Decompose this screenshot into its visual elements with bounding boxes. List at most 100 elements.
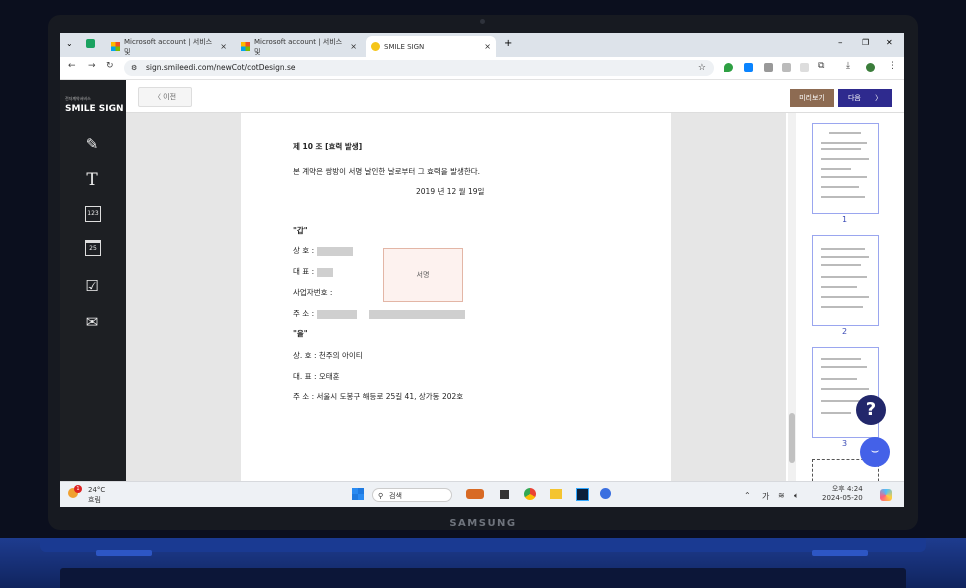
profile-avatar[interactable] [866, 63, 875, 72]
smile-sign-logo[interactable]: 전자계약서비스 SMILE SIGN [65, 94, 124, 114]
close-tab-icon[interactable]: × [350, 42, 357, 51]
signature-field[interactable]: 서명 [383, 248, 463, 302]
wifi-icon[interactable]: ≋ [778, 491, 785, 500]
tab-search-icon[interactable]: ⌄ [66, 39, 73, 48]
party-a-rep-row: 대 표 : [293, 266, 333, 277]
page-thumbnails: 1 2 3 [796, 113, 896, 507]
party-b-label: "을" [293, 329, 308, 338]
app-icon[interactable] [600, 488, 611, 499]
text-icon[interactable]: T [82, 170, 102, 190]
taskbar-clock[interactable]: 오후 4:24 2024-05-20 [822, 485, 863, 503]
copilot-icon[interactable] [880, 489, 892, 501]
screen: ⌄ Microsoft account | 서비스 및 × Microsoft … [60, 33, 904, 507]
minimize-button[interactable]: – [838, 38, 843, 48]
hinge-knot [96, 550, 152, 556]
document-page: 제 10 조 [효력 발생] 본 계약은 쌍방이 서명 날인한 날로부터 그 효… [241, 113, 671, 481]
address-bar-row: ← → ↻ ⚙ sign.smileedi.com/newCot/cotDesi… [60, 57, 904, 80]
weather-temp: 24°C [88, 486, 106, 494]
extensions-puzzle-icon[interactable]: ⧉ [818, 61, 824, 71]
party-b-address: 주 소 : 서울시 도봉구 해등로 25길 41, 상가동 202호 [293, 392, 464, 401]
clock-time: 오후 4:24 [831, 485, 863, 493]
url-input[interactable]: ⚙ sign.smileedi.com/newCot/cotDesign.se … [124, 60, 714, 76]
pen-icon[interactable]: ✎ [82, 134, 102, 154]
page-number: 2 [841, 327, 848, 336]
bookmark-star-icon[interactable]: ☆ [698, 60, 706, 76]
weather-desc: 흐림 [88, 496, 101, 504]
extension-icon[interactable] [744, 63, 753, 72]
url-text: sign.smileedi.com/newCot/cotDesign.se [146, 63, 296, 72]
forward-icon[interactable]: → [88, 61, 96, 71]
mail-icon[interactable]: ✉ [82, 312, 102, 332]
tool-sidebar: 전자계약서비스 SMILE SIGN ✎ T 123 25 ☑ ✉ [60, 80, 126, 481]
pinned-tab-icon[interactable] [86, 39, 95, 48]
extension-icon[interactable] [764, 63, 773, 72]
number-icon[interactable]: 123 [85, 206, 101, 222]
download-icon[interactable]: ⤓ [846, 61, 850, 71]
site-info-icon[interactable]: ⚙ [131, 60, 137, 76]
tab-microsoft-2[interactable]: Microsoft account | 서비스 및 × [236, 36, 362, 57]
search-icon: ⚲ [378, 492, 384, 500]
widget-icon[interactable] [466, 489, 484, 499]
address-label: 주 소 : [293, 309, 315, 318]
tab-label: Microsoft account | 서비스 및 [124, 37, 213, 56]
article-title: 제 10 조 [효력 발생] [293, 142, 363, 151]
party-a-company-row: 상 호 : [293, 245, 353, 256]
chevron-left-icon: 〈 [153, 93, 161, 101]
smile-icon [371, 42, 380, 51]
prev-button[interactable]: 〈 이전 [138, 87, 192, 107]
party-a-label: "갑" [293, 226, 308, 235]
page-thumbnail[interactable] [812, 123, 879, 214]
taskbar-search[interactable]: ⚲ 검색 [372, 488, 452, 502]
tab-smile-sign[interactable]: SMILE SIGN × [366, 36, 496, 57]
logo-text: SMILE SIGN [65, 104, 124, 114]
checkbox-icon[interactable]: ☑ [82, 276, 102, 296]
laptop-brand: SAMSUNG [449, 518, 517, 529]
laptop-base [0, 538, 966, 588]
new-tab-button[interactable]: + [504, 38, 512, 49]
rep-label: 대 표 : [293, 267, 315, 276]
page-thumbnail[interactable] [812, 235, 879, 326]
preview-button[interactable]: 미리보기 [790, 89, 834, 107]
close-window-button[interactable]: ✕ [886, 38, 893, 47]
laptop-hinge [40, 538, 926, 552]
file-explorer-icon[interactable] [550, 489, 562, 499]
scrollbar-thumb[interactable] [789, 413, 795, 463]
restore-button[interactable]: ❐ [862, 38, 869, 47]
chevron-right-icon: 〉 [875, 94, 883, 102]
photoshop-icon[interactable] [576, 488, 589, 501]
tab-label: SMILE SIGN [384, 42, 425, 51]
chrome-icon[interactable] [524, 488, 536, 500]
notification-badge: 1 [74, 485, 82, 493]
article-body: 본 계약은 쌍방이 서명 날인한 날로부터 그 효력을 발생한다. [293, 167, 481, 176]
redacted-value [316, 309, 357, 319]
close-tab-icon[interactable]: × [220, 42, 227, 51]
reload-icon[interactable]: ↻ [106, 61, 114, 71]
back-icon[interactable]: ← [68, 61, 76, 71]
windows-start-icon[interactable] [352, 488, 364, 500]
tray-chevron-icon[interactable]: ⌃ [744, 491, 751, 500]
calendar-icon[interactable]: 25 [85, 240, 101, 256]
document-canvas: 제 10 조 [효력 발생] 본 계약은 쌍방이 서명 날인한 날로부터 그 효… [126, 113, 786, 481]
party-b-rep: 대. 표 : 오태훈 [293, 372, 340, 381]
next-button[interactable]: 다음 〉 [838, 89, 892, 107]
document-scrollbar[interactable] [788, 113, 796, 481]
clock-date: 2024-05-20 [822, 494, 863, 502]
party-a-biz-row: 사업자번호 : [293, 287, 332, 298]
editor-toolbar: 〈 이전 미리보기 다음 〉 [126, 80, 904, 113]
chat-button[interactable]: ⌣ [860, 437, 890, 467]
extension-icon[interactable] [782, 63, 791, 72]
contract-date: 2019 년 12 월 19일 [416, 187, 485, 196]
tab-microsoft-1[interactable]: Microsoft account | 서비스 및 × [106, 36, 232, 57]
page-number: 1 [841, 215, 848, 224]
menu-icon[interactable]: ⋮ [888, 61, 897, 71]
close-tab-icon[interactable]: × [484, 42, 491, 51]
task-view-icon[interactable] [500, 490, 509, 499]
microsoft-icon [111, 42, 120, 51]
help-button[interactable]: ? [856, 395, 886, 425]
shield-extension-icon[interactable] [724, 63, 733, 72]
keyboard [60, 568, 906, 588]
volume-icon[interactable]: 🔈︎ [794, 491, 799, 501]
ime-indicator[interactable]: 가 [762, 491, 769, 502]
extension-icon[interactable] [800, 63, 809, 72]
webcam [480, 19, 485, 24]
